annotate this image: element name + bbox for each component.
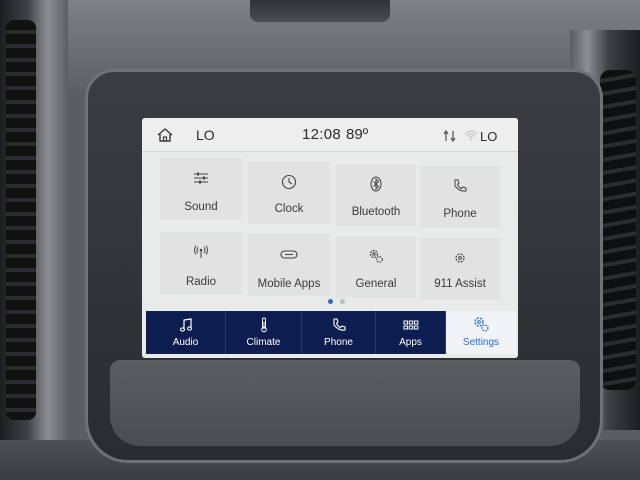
tile-label: Mobile Apps (257, 278, 321, 290)
settings-tile-mobile-apps[interactable]: Mobile Apps (248, 234, 330, 296)
nav-climate[interactable]: Climate (226, 311, 302, 354)
nav-label: Settings (462, 337, 500, 348)
phone-icon (452, 178, 468, 194)
settings-tile-911-assist[interactable]: 911 Assist (420, 238, 500, 300)
tile-label: Sound (184, 201, 218, 213)
home-icon[interactable] (156, 127, 174, 143)
page-dot-active[interactable] (328, 299, 333, 304)
tile-label: 911 Assist (434, 278, 486, 290)
nav-label: Climate (246, 337, 281, 348)
phone-icon (331, 317, 347, 333)
gears-icon (368, 248, 384, 264)
radio-antenna-icon (193, 244, 209, 260)
clock-time: 12:08 (302, 126, 342, 143)
status-bar: LO 12:08 89º LO (142, 118, 518, 152)
settings-tile-clock[interactable]: Clock (248, 162, 330, 224)
tile-label: Clock (274, 203, 304, 215)
lower-trim-panel (110, 360, 580, 446)
settings-tile-radio[interactable]: Radio (160, 232, 242, 294)
wifi-icon (464, 128, 478, 142)
tile-label: Bluetooth (351, 206, 401, 218)
clock-icon (281, 174, 297, 190)
music-note-icon (178, 317, 194, 333)
thermometer-icon (256, 317, 272, 333)
bottom-nav-bar: Audio Climate Phone Apps Settings (146, 311, 516, 354)
mobile-apps-icon (280, 246, 298, 262)
right-temperature-setting[interactable]: LO (480, 129, 497, 144)
left-temperature-setting[interactable]: LO (196, 127, 215, 143)
outside-temperature: 89º (346, 126, 369, 143)
settings-gears-icon (472, 315, 490, 333)
nav-label: Audio (172, 337, 199, 348)
assist-icon (452, 250, 468, 266)
settings-tile-phone[interactable]: Phone (420, 166, 500, 228)
nav-apps[interactable]: Apps (376, 311, 446, 354)
nav-settings[interactable]: Settings (446, 311, 516, 354)
bluetooth-icon (368, 176, 384, 192)
left-air-vent (0, 0, 68, 460)
tile-label: Radio (185, 276, 217, 288)
nav-label: Apps (399, 337, 422, 348)
nav-label: Phone (324, 337, 353, 348)
apps-grid-icon (403, 317, 419, 333)
nav-audio[interactable]: Audio (146, 311, 226, 354)
data-transfer-icon (442, 129, 458, 143)
settings-tile-sound[interactable]: Sound (160, 158, 242, 220)
settings-tile-bluetooth[interactable]: Bluetooth (336, 164, 416, 226)
dashboard-slot (250, 0, 390, 22)
tile-label: Phone (443, 208, 477, 220)
settings-tile-general[interactable]: General (336, 236, 416, 298)
page-dot[interactable] (340, 299, 345, 304)
sliders-icon (193, 170, 209, 186)
nav-phone[interactable]: Phone (302, 311, 376, 354)
infotainment-screen: LO 12:08 89º LO Sound Clock Bluetooth Ph… (142, 118, 518, 358)
tile-label: General (355, 278, 397, 290)
